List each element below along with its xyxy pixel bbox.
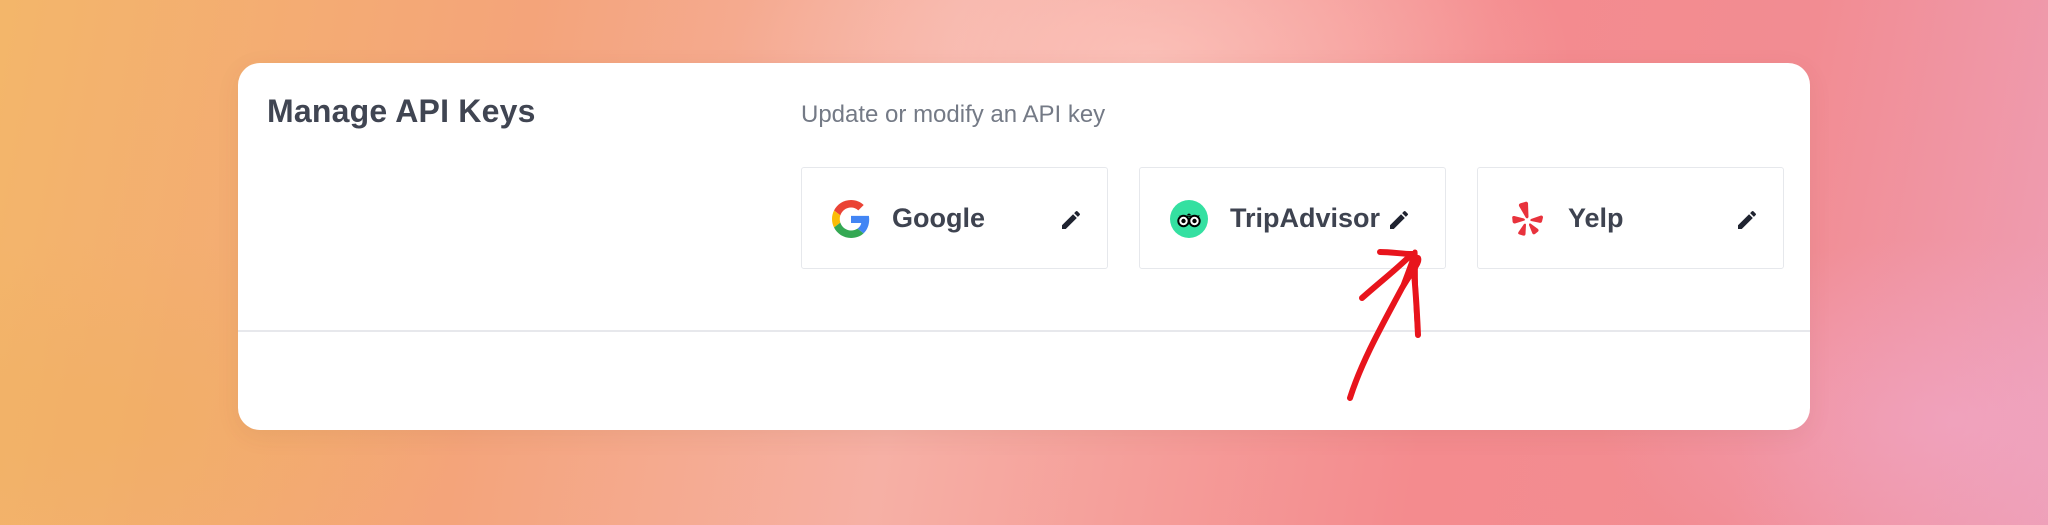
pencil-icon[interactable]: [1385, 206, 1413, 234]
section-title: Manage API Keys: [267, 93, 536, 129]
section-subtitle: Update or modify an API key: [801, 101, 1106, 128]
yelp-logo-icon: [1508, 200, 1546, 238]
provider-name-tripadvisor: TripAdvisor: [1230, 203, 1381, 233]
tripadvisor-logo-icon: [1170, 200, 1208, 238]
manage-api-keys-card: Manage API Keys Update or modify an API …: [238, 63, 1810, 430]
section-divider: [238, 330, 1810, 332]
pencil-icon[interactable]: [1057, 206, 1085, 234]
google-logo-icon: [832, 200, 870, 238]
pencil-icon[interactable]: [1733, 206, 1761, 234]
provider-card-tripadvisor[interactable]: TripAdvisor: [1139, 167, 1446, 269]
provider-name-yelp: Yelp: [1568, 203, 1624, 233]
provider-card-yelp[interactable]: Yelp: [1477, 167, 1784, 269]
provider-list: Google TripAdvisor Yelp: [801, 167, 1784, 269]
provider-name-google: Google: [892, 203, 985, 233]
provider-card-google[interactable]: Google: [801, 167, 1108, 269]
